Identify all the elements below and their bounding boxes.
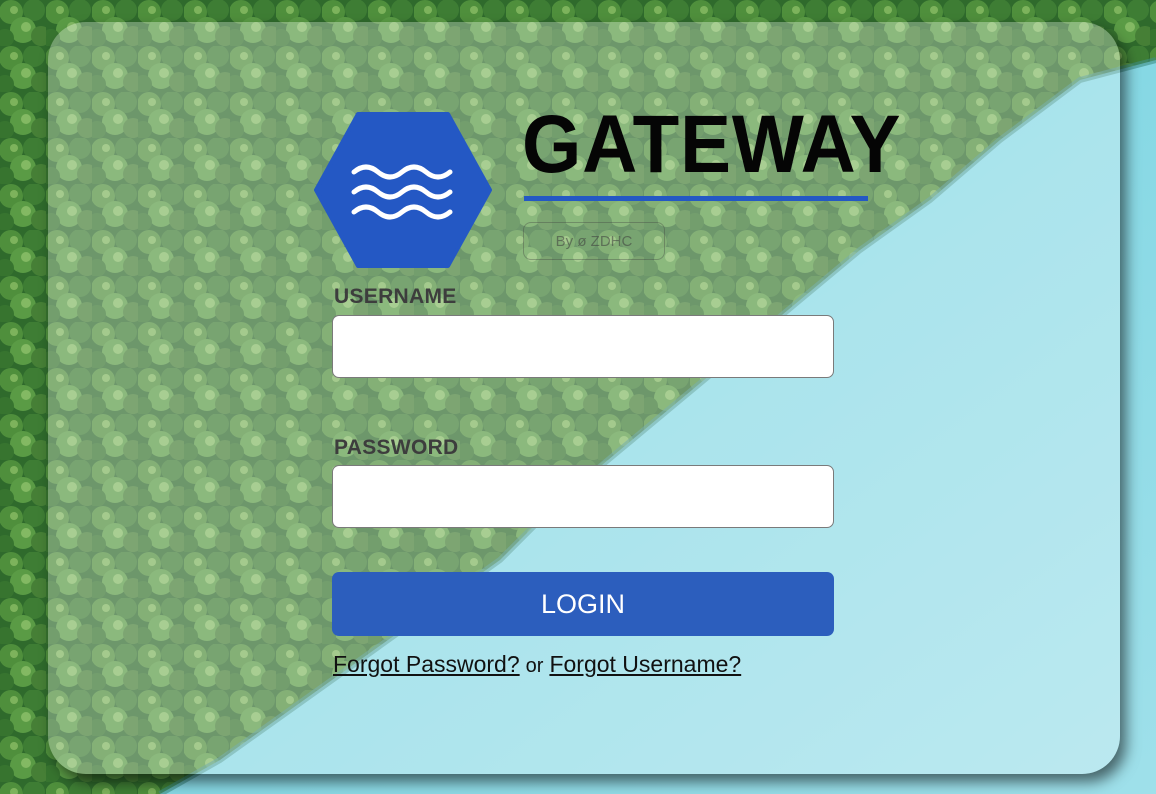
password-input[interactable] <box>332 465 834 528</box>
brand-wordmark: GATEWAY <box>522 99 902 190</box>
recovery-links: Forgot Password? or Forgot Username? <box>333 651 741 678</box>
username-label: USERNAME <box>334 285 457 308</box>
forgot-username-link[interactable]: Forgot Username? <box>549 651 741 677</box>
wordmark-underline <box>524 196 868 201</box>
links-separator: or <box>525 655 544 677</box>
brand-byline: By ø ZDHC <box>523 222 665 260</box>
forgot-password-link[interactable]: Forgot Password? <box>333 651 520 677</box>
password-label: PASSWORD <box>334 436 459 459</box>
username-input[interactable] <box>332 315 834 378</box>
login-button[interactable]: LOGIN <box>332 572 834 636</box>
gateway-logo <box>314 110 492 270</box>
